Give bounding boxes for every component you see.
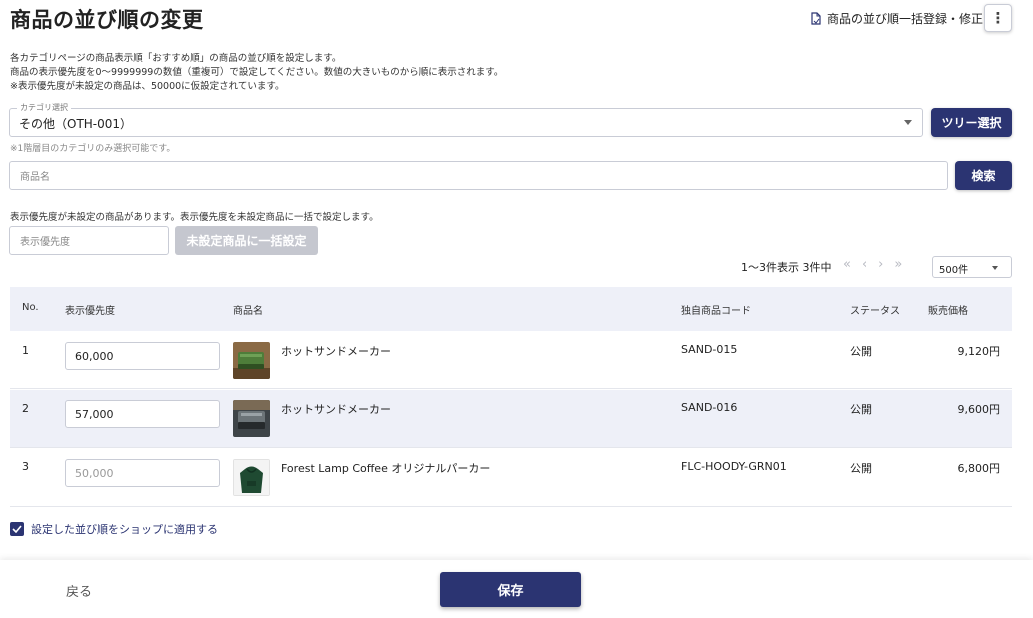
kebab-icon: ⋮ <box>990 9 1006 27</box>
tree-select-button[interactable]: ツリー選択 <box>931 108 1012 137</box>
save-button[interactable]: 保存 <box>440 572 581 607</box>
category-selected-value: その他（OTH-001） <box>19 117 133 131</box>
row-number: 2 <box>22 402 29 415</box>
footer-bar: 戻る 保存 <box>0 560 1033 618</box>
table-row: 2 57,000 ホットサンドメーカー SAND-016 公開 9,600円 <box>10 390 1012 448</box>
table-header: No. 表示優先度 商品名 独自商品コード ステータス 販売価格 <box>10 287 1012 331</box>
column-header-price: 販売価格 <box>928 306 968 317</box>
column-header-no: No. <box>22 302 39 313</box>
per-page-select[interactable]: 500件 <box>932 256 1012 278</box>
product-name: ホットサンドメーカー <box>281 403 391 416</box>
product-code: SAND-015 <box>681 343 738 356</box>
next-page-icon[interactable]: › <box>878 257 883 272</box>
category-select-label: カテゴリ選択 <box>17 102 71 113</box>
search-button[interactable]: 検索 <box>955 161 1012 190</box>
pager-summary: 1～3件表示 3件中 <box>741 261 832 274</box>
apply-to-shop-label: 設定した並び順をショップに適用する <box>31 523 218 536</box>
row-number: 1 <box>22 344 29 357</box>
prev-page-icon[interactable]: ‹ <box>862 257 867 272</box>
product-thumbnail <box>233 342 270 379</box>
category-note: ※1階層目のカテゴリのみ選択可能です。 <box>10 144 176 154</box>
product-name: ホットサンドメーカー <box>281 345 391 358</box>
description-line: 各カテゴリページの商品表示順「おすすめ順」の商品の並び順を設定します。 <box>10 53 342 64</box>
bulk-priority-input[interactable]: 表示優先度 <box>9 226 169 255</box>
row-number: 3 <box>22 460 29 473</box>
bulk-set-unset-button[interactable]: 未設定商品に一括設定 <box>175 226 318 255</box>
product-price: 6,800円 <box>957 462 1001 475</box>
product-price: 9,600円 <box>957 403 1001 416</box>
apply-to-shop-checkbox[interactable]: 設定した並び順をショップに適用する <box>10 521 218 537</box>
product-status: 公開 <box>850 403 872 416</box>
priority-input[interactable]: 60,000 <box>65 342 220 370</box>
product-status: 公開 <box>850 462 872 475</box>
dropdown-arrow-icon <box>904 120 912 125</box>
description-line: 商品の表示優先度を0～9999999の数値（重複可）で設定してください。数値の大… <box>10 67 504 78</box>
priority-input[interactable]: 57,000 <box>65 400 220 428</box>
product-code: SAND-016 <box>681 401 738 414</box>
back-button[interactable]: 戻る <box>66 581 92 600</box>
product-name: Forest Lamp Coffee オリジナルパーカー <box>281 462 491 475</box>
priority-input[interactable]: 50,000 <box>65 459 220 487</box>
column-header-code: 独自商品コード <box>681 306 751 317</box>
bulk-register-label: 商品の並び順一括登録・修正 <box>827 12 984 26</box>
first-page-icon[interactable]: « <box>843 257 851 272</box>
last-page-icon[interactable]: » <box>894 257 902 272</box>
table-row: 3 50,000 Forest Lamp Coffee オリジナルパーカー FL… <box>10 449 1012 507</box>
dropdown-arrow-icon <box>992 266 998 270</box>
product-code: FLC-HOODY-GRN01 <box>681 460 787 473</box>
table-row: 1 60,000 ホットサンドメーカー SAND-015 公開 9,120円 <box>10 331 1012 389</box>
more-menu-button[interactable]: ⋮ <box>984 4 1012 32</box>
category-select[interactable]: カテゴリ選択 その他（OTH-001） <box>9 102 923 137</box>
per-page-value: 500件 <box>939 265 969 276</box>
unset-priority-note: 表示優先度が未設定の商品があります。表示優先度を未設定商品に一括で設定します。 <box>10 212 379 223</box>
document-icon <box>811 12 821 25</box>
product-price: 9,120円 <box>957 345 1001 358</box>
product-thumbnail <box>233 400 270 437</box>
product-status: 公開 <box>850 345 872 358</box>
description: 各カテゴリページの商品表示順「おすすめ順」の商品の並び順を設定します。 商品の表… <box>10 52 503 94</box>
pager-controls: « ‹ › » <box>843 257 902 272</box>
page-title: 商品の並び順の変更 <box>10 8 204 32</box>
product-thumbnail <box>233 459 270 496</box>
column-header-name: 商品名 <box>233 306 263 317</box>
checkbox-checked-icon[interactable] <box>10 522 24 536</box>
product-name-search-input[interactable]: 商品名 <box>9 161 948 190</box>
column-header-status: ステータス <box>850 306 900 317</box>
bulk-register-link[interactable]: 商品の並び順一括登録・修正 <box>810 10 983 27</box>
column-header-priority: 表示優先度 <box>65 306 115 317</box>
description-line: ※表示優先度が未設定の商品は、50000に仮設定されています。 <box>10 81 285 92</box>
